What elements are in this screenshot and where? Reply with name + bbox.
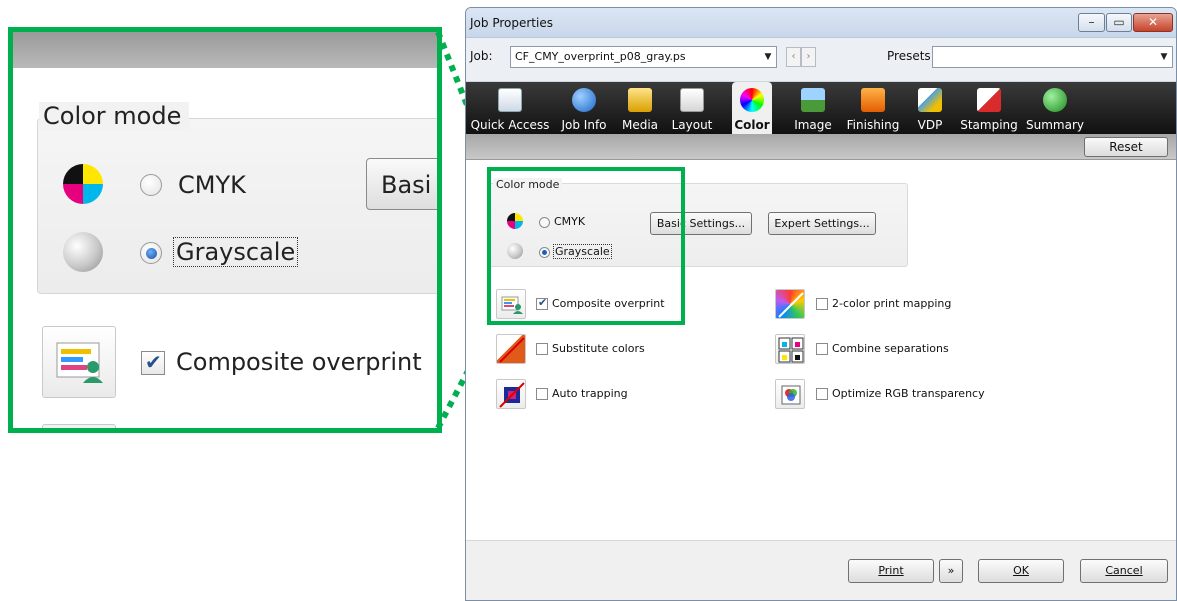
- grayscale-radio[interactable]: [539, 247, 550, 258]
- substitute-colors-checkbox[interactable]: [536, 343, 548, 355]
- combine-separations-icon: [775, 334, 805, 364]
- zoom-color-mode-label: Color mode: [39, 102, 190, 130]
- composite-overprint-icon: [496, 289, 526, 319]
- tab-summary[interactable]: Summary: [1024, 82, 1086, 134]
- stamping-icon: [977, 88, 1001, 112]
- zoom-composite-overprint-icon: [42, 326, 116, 398]
- auto-trapping-checkbox[interactable]: [536, 388, 548, 400]
- zoom-basic-settings-button[interactable]: Basi: [366, 158, 437, 210]
- tab-stamping[interactable]: Stamping: [956, 82, 1022, 134]
- auto-trapping-label: Auto trapping: [552, 387, 628, 400]
- print-button[interactable]: Print: [848, 559, 934, 583]
- color-mode-label: Color mode: [493, 178, 563, 191]
- minimize-button[interactable]: –: [1078, 13, 1105, 32]
- tab-quick-access[interactable]: Quick Access: [468, 82, 552, 134]
- reset-button[interactable]: Reset: [1084, 137, 1168, 157]
- zoom-cmyk-radio[interactable]: [140, 174, 162, 196]
- job-label: Job:: [470, 49, 493, 63]
- chevron-down-icon: ▼: [1160, 52, 1168, 62]
- tab-label: Layout: [671, 118, 713, 132]
- zoom-grayscale-label: Grayscale: [173, 237, 299, 267]
- job-properties-window: Job Properties – ▭ ✕ Job: CF_CMY_overpri…: [465, 7, 1177, 601]
- next-job-button[interactable]: ›: [801, 47, 816, 67]
- tab-color[interactable]: Color: [732, 82, 772, 134]
- grayscale-icon: [63, 232, 103, 272]
- two-color-mapping-checkbox[interactable]: [816, 298, 828, 310]
- tab-label: VDP: [917, 118, 943, 132]
- combine-separations-label: Combine separations: [832, 342, 949, 355]
- zoom-next-icon-edge: [42, 424, 116, 428]
- optimize-rgb-icon: [775, 379, 805, 409]
- tab-job-info[interactable]: Job Info: [554, 82, 614, 134]
- maximize-button[interactable]: ▭: [1106, 13, 1132, 32]
- job-row: Job: CF_CMY_overprint_p08_gray.ps ▼ ‹ › …: [466, 38, 1176, 82]
- composite-overprint-checkbox[interactable]: [536, 296, 548, 310]
- image-icon: [801, 88, 825, 112]
- zoom-subbar: [13, 32, 437, 68]
- checkmark-icon: [1043, 88, 1067, 112]
- tab-label: Media: [621, 118, 659, 132]
- grayscale-label: Grayscale: [553, 244, 612, 259]
- zoom-grayscale-radio[interactable]: [140, 242, 162, 264]
- optimize-rgb-checkbox[interactable]: [816, 388, 828, 400]
- optimize-rgb-label: Optimize RGB transparency: [832, 387, 985, 400]
- tab-label: Job Info: [561, 118, 607, 132]
- tab-label: Summary: [1026, 118, 1084, 132]
- prev-job-button[interactable]: ‹: [786, 47, 801, 67]
- zoom-composite-overprint-label: Composite overprint: [176, 348, 422, 376]
- substitute-colors-label: Substitute colors: [552, 342, 645, 355]
- tab-label: Image: [794, 118, 832, 132]
- composite-overprint-label: Composite overprint: [552, 297, 665, 310]
- substitute-colors-icon: [496, 334, 526, 364]
- tab-label: Stamping: [960, 118, 1018, 132]
- two-color-mapping-label: 2-color print mapping: [832, 297, 952, 310]
- tab-vdp[interactable]: VDP: [912, 82, 948, 134]
- auto-trapping-icon: [496, 379, 526, 409]
- subbar: Reset: [466, 134, 1176, 160]
- tab-finishing[interactable]: Finishing: [844, 82, 902, 134]
- layout-icon: [680, 88, 704, 112]
- basic-settings-button[interactable]: Basic Settings...: [650, 212, 752, 235]
- expert-settings-button[interactable]: Expert Settings...: [768, 212, 876, 235]
- two-color-mapping-icon: [775, 289, 805, 319]
- presets-label: Presets:: [887, 49, 935, 63]
- close-button[interactable]: ✕: [1133, 13, 1173, 32]
- tab-image[interactable]: Image: [790, 82, 836, 134]
- zoom-callout: Color mode CMYK Basi Grayscale Composite…: [8, 27, 442, 433]
- grayscale-icon: [507, 243, 523, 259]
- vdp-icon: [918, 88, 942, 112]
- minimize-icon: –: [1088, 15, 1095, 29]
- ok-button[interactable]: OK: [978, 559, 1064, 583]
- zoom-composite-overprint-checkbox[interactable]: [141, 350, 165, 375]
- job-select[interactable]: CF_CMY_overprint_p08_gray.ps ▼: [510, 46, 777, 68]
- tab-label: Quick Access: [470, 118, 550, 132]
- job-select-value: CF_CMY_overprint_p08_gray.ps: [515, 50, 686, 63]
- cmyk-radio[interactable]: [539, 217, 550, 228]
- info-icon: [572, 88, 596, 112]
- tab-layout[interactable]: Layout: [666, 82, 718, 134]
- print-menu-button[interactable]: »: [939, 559, 963, 583]
- category-toolbar: Quick Access Job Info Media Layout Color…: [466, 82, 1176, 134]
- color-settings-panel: Color mode CMYK Basic Settings... Expert…: [466, 160, 1176, 540]
- combine-separations-checkbox[interactable]: [816, 343, 828, 355]
- tab-label: Finishing: [846, 118, 900, 132]
- window-title: Job Properties: [470, 16, 553, 30]
- quick-access-icon: [498, 88, 522, 112]
- chevron-down-icon: ▼: [764, 52, 772, 62]
- tab-media[interactable]: Media: [618, 82, 662, 134]
- presets-select[interactable]: ▼: [932, 46, 1173, 68]
- close-icon: ✕: [1147, 15, 1159, 29]
- footer: Print » OK Cancel: [466, 540, 1176, 600]
- tab-label: Color: [734, 118, 770, 132]
- color-wheel-icon: [740, 88, 764, 112]
- media-icon: [628, 88, 652, 112]
- zoom-cmyk-label: CMYK: [178, 171, 246, 199]
- cmyk-label: CMYK: [554, 215, 586, 228]
- finishing-icon: [861, 88, 885, 112]
- title-bar: Job Properties – ▭ ✕: [466, 8, 1176, 38]
- cancel-button[interactable]: Cancel: [1080, 559, 1168, 583]
- cmyk-icon: [507, 213, 523, 229]
- maximize-icon: ▭: [1113, 15, 1125, 29]
- cmyk-icon: [63, 164, 103, 204]
